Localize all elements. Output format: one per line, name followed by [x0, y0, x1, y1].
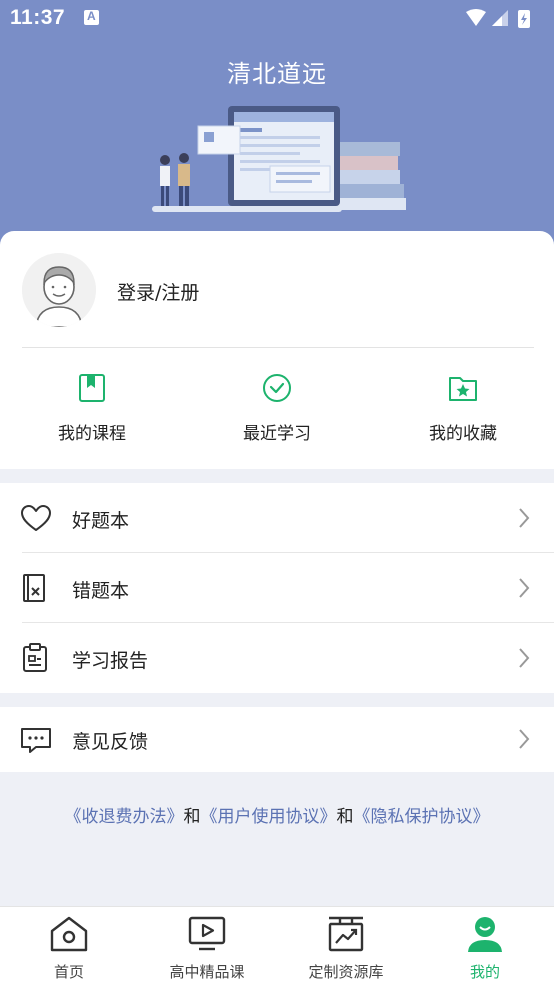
heart-icon: [21, 505, 51, 531]
menu-label: 好题本: [72, 510, 130, 532]
menu-label: 学习报告: [72, 650, 149, 672]
notification-icon: A: [84, 9, 99, 25]
bottom-tab-bar: 首页 高中精品课 定制资源库 我的: [0, 906, 554, 984]
quick-my-courses[interactable]: 我的课程: [17, 373, 167, 448]
tab-label: 首页: [53, 963, 84, 981]
tab-resources[interactable]: 定制资源库: [277, 915, 415, 982]
quick-label: 我的课程: [58, 424, 126, 444]
video-icon: [188, 916, 226, 951]
quick-label: 我的收藏: [429, 424, 497, 444]
star-folder-icon: [449, 377, 477, 401]
status-indicators-icon: [466, 9, 530, 28]
menu-item-study-report[interactable]: 学习报告: [0, 623, 554, 693]
tab-label: 高中精品课: [169, 963, 245, 981]
menu-item-wrong-questions[interactable]: 错题本: [0, 553, 554, 623]
tab-label: 定制资源库: [308, 963, 384, 981]
menu-label: 错题本: [72, 580, 130, 602]
tab-courses[interactable]: 高中精品课: [138, 915, 276, 982]
bookmark-icon: [79, 374, 105, 402]
chevron-right-icon: [519, 508, 530, 528]
quick-recent-study[interactable]: 最近学习: [202, 373, 352, 448]
agreement-links: 《收退费办法》和《用户使用协议》和《隐私保护协议》: [0, 802, 554, 827]
quick-my-favorites[interactable]: 我的收藏: [388, 373, 538, 448]
app-title: 清北道远: [227, 60, 327, 88]
chevron-right-icon: [519, 648, 530, 668]
avatar[interactable]: [22, 253, 96, 327]
agreement-and: 和: [183, 807, 201, 827]
check-circle-icon: [263, 374, 291, 402]
wrong-book-icon: [23, 574, 45, 602]
menu-group-study: 好题本 错题本 学习报告: [0, 483, 554, 693]
menu-item-feedback[interactable]: 意见反馈: [0, 707, 554, 772]
tab-home[interactable]: 首页: [0, 915, 138, 982]
profile-icon: [468, 917, 502, 952]
status-bar: 11:37 A: [0, 0, 554, 38]
login-register-link[interactable]: 登录/注册: [117, 278, 199, 305]
menu-group-feedback: 意见反馈: [0, 707, 554, 772]
quick-label: 最近学习: [243, 424, 311, 444]
tab-label: 我的: [469, 963, 500, 981]
menu-label: 意见反馈: [72, 731, 149, 753]
home-icon: [50, 916, 88, 952]
banner-illustration: [152, 106, 406, 212]
profile-card: 登录/注册 我的课程 最近学习 我的收藏: [0, 231, 554, 469]
menu-item-good-questions[interactable]: 好题本: [0, 483, 554, 553]
chart-board-icon: [328, 916, 364, 952]
clipboard-icon: [23, 643, 47, 672]
privacy-policy-link[interactable]: 《隐私保护协议》: [354, 807, 490, 827]
agreement-and: 和: [336, 807, 354, 827]
user-agreement-link[interactable]: 《用户使用协议》: [201, 807, 337, 827]
status-time: 11:37: [10, 6, 66, 29]
profile-header: 11:37 A 清北道远: [0, 0, 554, 260]
avatar-icon: [22, 253, 96, 327]
tab-mine[interactable]: 我的: [416, 915, 554, 982]
chevron-right-icon: [519, 578, 530, 598]
chat-icon: [21, 728, 51, 753]
chevron-right-icon: [519, 729, 530, 749]
divider: [22, 347, 534, 348]
refund-policy-link[interactable]: 《收退费办法》: [65, 807, 184, 827]
